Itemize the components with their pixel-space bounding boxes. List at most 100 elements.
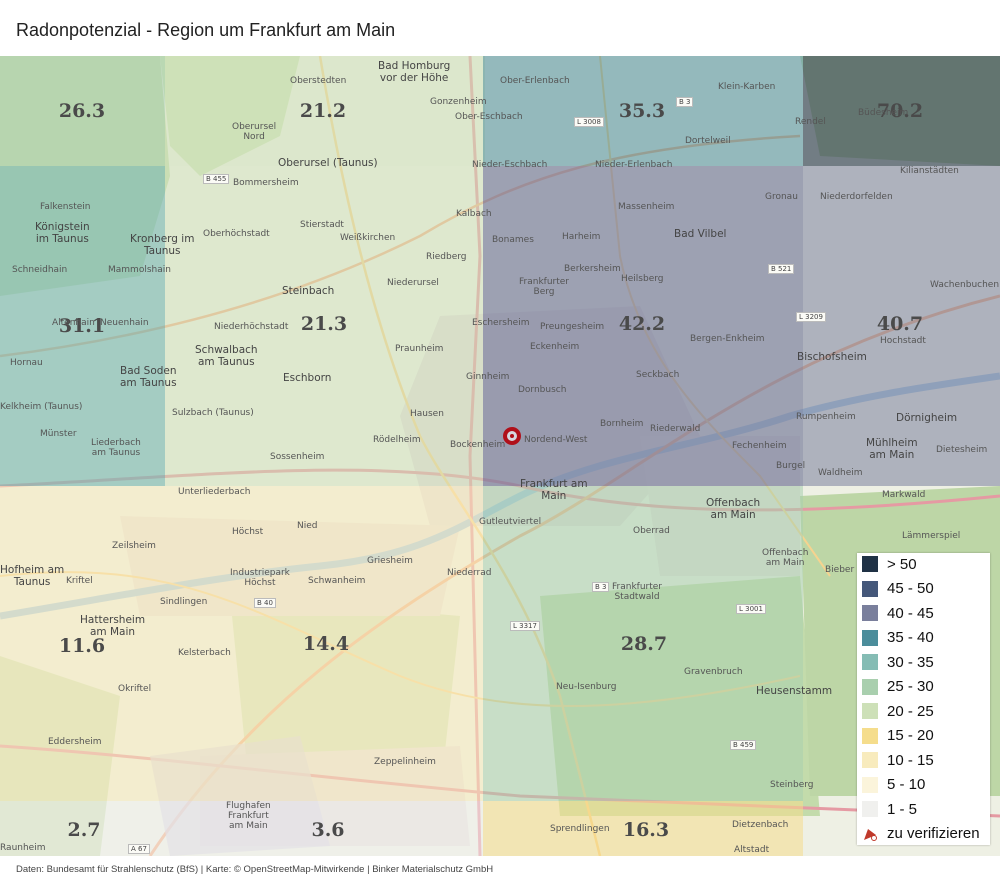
radon-cell-value: 35.3 xyxy=(618,100,666,122)
place-label: Dortelweil xyxy=(685,136,731,146)
legend-item: 25 - 30 xyxy=(862,677,934,697)
place-label: Eschborn xyxy=(283,372,332,384)
legend-swatch xyxy=(862,580,878,597)
place-label: Dietesheim xyxy=(936,445,988,455)
legend-swatch xyxy=(862,727,878,744)
place-label: Heusenstamm xyxy=(756,685,833,697)
radon-cell-value: 40.7 xyxy=(876,313,924,335)
place-label: Altenhain xyxy=(52,318,95,328)
radon-cell-value: 21.2 xyxy=(299,100,347,122)
radon-cell-value: 16.3 xyxy=(622,819,670,841)
place-label: Hausen xyxy=(410,409,444,419)
legend-swatch xyxy=(862,703,878,719)
place-label: Unterliederbach xyxy=(178,487,251,497)
place-label: Nied xyxy=(297,521,318,531)
place-label: Mammolshain xyxy=(108,265,171,275)
legend-label: 30 - 35 xyxy=(887,653,934,671)
place-label: Frankfurter Stadtwald xyxy=(612,582,662,602)
place-label: Kalbach xyxy=(456,209,492,219)
place-label: Waldheim xyxy=(818,468,863,478)
legend-label: 20 - 25 xyxy=(887,702,934,720)
road-label: B 521 xyxy=(768,264,795,274)
place-label: Berkersheim xyxy=(564,264,621,274)
location-marker[interactable] xyxy=(503,427,521,445)
verify-marker-icon xyxy=(862,826,878,842)
road-label: B 3 xyxy=(676,97,694,107)
place-label: Stierstadt xyxy=(300,220,344,230)
place-label: Burgel xyxy=(776,461,806,471)
legend-label: 5 - 10 xyxy=(887,776,926,793)
place-label: Gravenbruch xyxy=(684,667,743,677)
place-label: Fechenheim xyxy=(732,441,787,451)
place-label: Zeppelinheim xyxy=(374,757,436,767)
radon-cell-value: 3.6 xyxy=(311,819,345,841)
place-label: Kriftel xyxy=(66,576,93,586)
place-label: Hornau xyxy=(10,358,43,368)
place-label: Schwalbach am Taunus xyxy=(195,344,258,368)
place-label: Bockenheim xyxy=(450,440,506,450)
place-label: Wachenbuchen xyxy=(930,280,1000,290)
place-label: Heilsberg xyxy=(621,274,664,284)
legend-item: 10 - 15 xyxy=(862,750,934,770)
radon-cell-value: 11.6 xyxy=(58,635,106,657)
place-label: Bad Soden am Taunus xyxy=(120,365,177,389)
place-label: Sulzbach (Taunus) xyxy=(172,408,254,418)
place-label: Gutleutviertel xyxy=(479,517,542,527)
legend-label: zu verifizieren xyxy=(887,825,980,842)
place-label: Industriepark Höchst xyxy=(230,568,290,588)
place-label: Niederrad xyxy=(447,568,492,578)
place-label: Eckenheim xyxy=(530,342,580,352)
legend-swatch xyxy=(862,776,878,793)
legend-item: 40 - 45 xyxy=(862,603,934,623)
road-label: A 67 xyxy=(128,844,150,854)
place-label: Frankfurt am Main xyxy=(520,478,588,502)
legend-item: 1 - 5 xyxy=(862,799,917,819)
place-label: Steinbach xyxy=(282,285,335,297)
place-label: Kelsterbach xyxy=(178,648,231,658)
place-label: Markwald xyxy=(882,490,926,500)
radon-map[interactable]: 26.3 21.2 35.3 70.2 31.1 21.3 42.2 40.7 11.6 14.4… xyxy=(0,56,1000,856)
road-label: L 3209 xyxy=(796,312,826,322)
legend-label: 15 - 20 xyxy=(887,727,934,744)
legend-item: 35 - 40 xyxy=(862,628,934,648)
place-label: Ober-Erlenbach xyxy=(500,76,570,86)
legend-label: 1 - 5 xyxy=(887,800,918,818)
legend-label: 35 - 40 xyxy=(887,629,934,646)
legend-item: 5 - 10 xyxy=(862,775,925,795)
place-label: Massenheim xyxy=(618,202,675,212)
place-label: Liederbach am Taunus xyxy=(91,438,141,458)
road-label: B 3 xyxy=(592,582,610,592)
legend-item: > 50 xyxy=(862,554,917,574)
place-label: Eschersheim xyxy=(472,318,530,328)
place-label: Sprendlingen xyxy=(550,824,610,834)
place-label: Seckbach xyxy=(636,370,680,380)
legend-swatch xyxy=(862,752,878,768)
place-label: Offenbach am Main xyxy=(762,548,809,568)
place-label: Bad Homburg vor der Höhe xyxy=(378,60,451,84)
legend-label: 40 - 45 xyxy=(887,604,934,622)
place-label: Rödelheim xyxy=(373,435,421,445)
place-label: Klein-Karben xyxy=(718,82,776,92)
radon-cell-value: 2.7 xyxy=(67,819,101,841)
place-label: Nieder-Eschbach xyxy=(472,160,548,170)
legend-item: zu verifizieren xyxy=(862,824,980,844)
place-label: Ober-Eschbach xyxy=(455,112,523,122)
place-label: Neu-Isenburg xyxy=(556,682,617,692)
place-label: Riederwald xyxy=(650,424,701,434)
place-label: Königstein im Taunus xyxy=(35,221,90,245)
legend-label: 25 - 30 xyxy=(887,678,934,695)
radon-cell-value: 28.7 xyxy=(620,633,668,655)
place-label: Dornbusch xyxy=(518,385,567,395)
place-label: Rumpenheim xyxy=(796,412,856,422)
legend-item: 20 - 25 xyxy=(862,701,934,721)
place-label: Nordend-West xyxy=(524,435,588,445)
legend-label: 45 - 50 xyxy=(887,580,934,597)
place-label: Bischofsheim xyxy=(797,351,867,363)
place-label: Altstadt xyxy=(734,845,770,855)
legend-item: 15 - 20 xyxy=(862,726,934,746)
place-label: Flughafen Frankfurt am Main xyxy=(226,801,271,831)
place-label: Rendel xyxy=(795,117,826,127)
legend-swatch xyxy=(862,801,878,817)
legend-item: 30 - 35 xyxy=(862,652,934,672)
road-label: L 3008 xyxy=(574,117,604,127)
